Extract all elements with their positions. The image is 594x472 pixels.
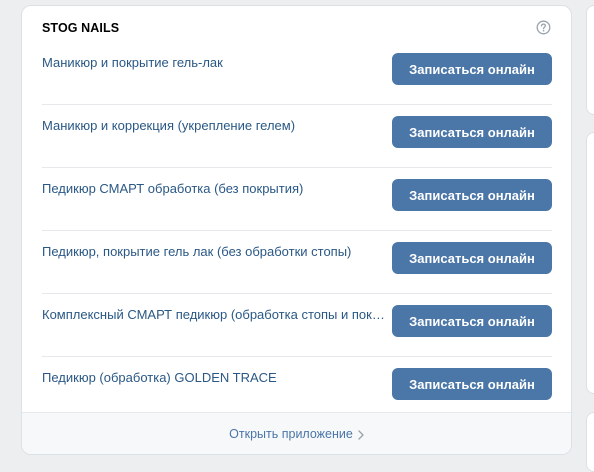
services-list: Маникюр и покрытие гель-лак Записаться о… xyxy=(42,42,552,420)
book-online-button[interactable]: Записаться онлайн xyxy=(392,305,552,337)
book-online-button[interactable]: Записаться онлайн xyxy=(392,53,552,85)
book-online-button[interactable]: Записаться онлайн xyxy=(392,179,552,211)
side-panel-bottom xyxy=(586,412,594,472)
service-row: Комплексный СМАРТ педикюр (обработка сто… xyxy=(42,294,552,357)
service-name[interactable]: Маникюр и коррекция (укрепление гелем) xyxy=(42,118,387,133)
open-app-link[interactable]: Открыть приложение xyxy=(229,427,364,441)
service-row: Маникюр и покрытие гель-лак Записаться о… xyxy=(42,42,552,105)
side-panel-middle xyxy=(586,132,594,394)
service-name[interactable]: Педикюр, покрытие гель лак (без обработк… xyxy=(42,244,387,259)
open-app-label: Открыть приложение xyxy=(229,426,353,441)
side-panel-top xyxy=(586,5,594,115)
question-circle-icon[interactable] xyxy=(536,20,551,35)
service-row: Педикюр СМАРТ обработка (без покрытия) З… xyxy=(42,168,552,231)
services-widget: STOG NAILS Маникюр и покрытие гель-лак З… xyxy=(21,5,572,455)
service-name[interactable]: Педикюр (обработка) GOLDEN TRACE xyxy=(42,370,387,385)
service-name[interactable]: Комплексный СМАРТ педикюр (обработка сто… xyxy=(42,307,387,322)
service-row: Педикюр, покрытие гель лак (без обработк… xyxy=(42,231,552,294)
service-row: Маникюр и коррекция (укрепление гелем) З… xyxy=(42,105,552,168)
widget-title: STOG NAILS xyxy=(42,21,120,35)
book-online-button[interactable]: Записаться онлайн xyxy=(392,368,552,400)
widget-footer: Открыть приложение xyxy=(22,412,571,454)
service-name[interactable]: Педикюр СМАРТ обработка (без покрытия) xyxy=(42,181,387,196)
chevron-right-icon xyxy=(358,429,364,440)
service-row: Педикюр (обработка) GOLDEN TRACE Записат… xyxy=(42,357,552,420)
widget-header: STOG NAILS xyxy=(42,20,551,37)
book-online-button[interactable]: Записаться онлайн xyxy=(392,242,552,274)
book-online-button[interactable]: Записаться онлайн xyxy=(392,116,552,148)
service-name[interactable]: Маникюр и покрытие гель-лак xyxy=(42,55,387,70)
